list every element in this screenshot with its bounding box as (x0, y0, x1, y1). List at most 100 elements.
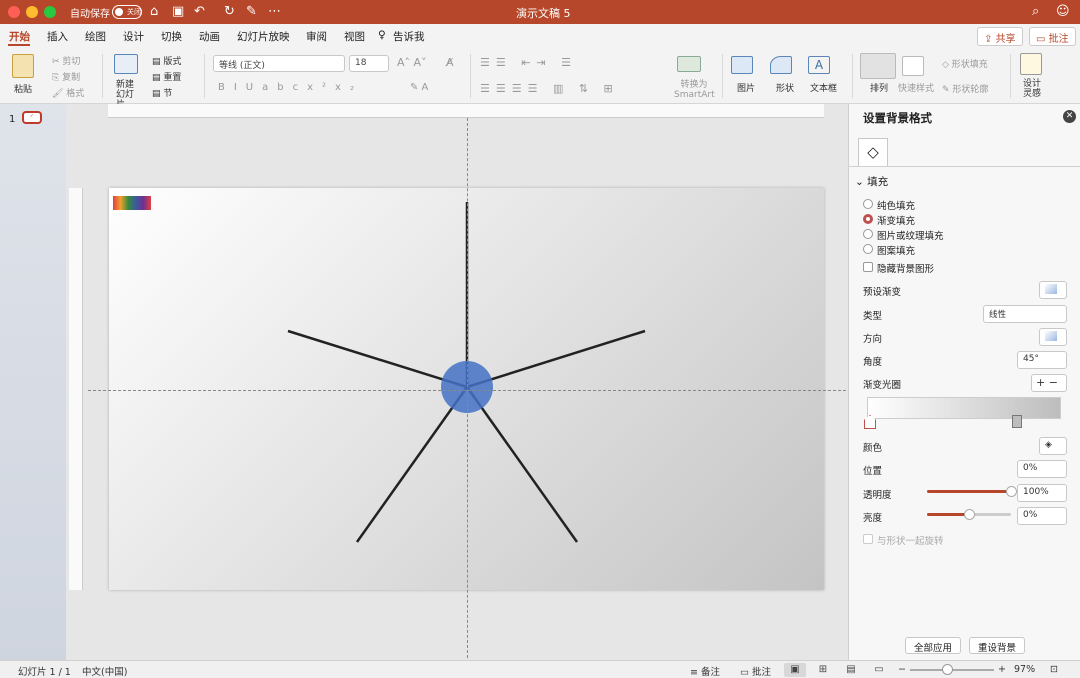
new-slide-icon[interactable] (114, 54, 138, 74)
language-status[interactable]: 中文(中国) (82, 664, 127, 678)
zoom-slider-knob[interactable] (942, 664, 953, 675)
layout-button[interactable]: ▤ 版式 (152, 54, 181, 67)
quick-styles-icon[interactable] (902, 56, 924, 76)
save-icon[interactable]: ▣ (172, 4, 184, 20)
position-input[interactable]: 0% (1017, 460, 1067, 478)
normal-view-icon[interactable]: ▣ (784, 663, 806, 677)
textbox-button[interactable]: 文本框 (810, 81, 837, 94)
paste-button[interactable]: 粘贴 (14, 82, 32, 95)
account-icon[interactable]: ☺ (1056, 4, 1070, 20)
reset-background-button[interactable]: 重设背景 (969, 637, 1026, 654)
zoom-window-icon[interactable] (44, 6, 56, 18)
clear-format-icon[interactable]: A̸ (446, 56, 454, 69)
brightness-input[interactable]: 0% (1017, 507, 1067, 525)
slide-thumbnail[interactable]: ◜ (22, 111, 42, 124)
slideshow-icon[interactable]: ▭ (868, 663, 890, 677)
customize-icon[interactable]: ✎ (246, 4, 257, 20)
horizontal-guide[interactable] (88, 390, 846, 391)
fill-section-header[interactable]: ⌄ 填充 (855, 174, 888, 189)
zoom-level[interactable]: 97% (1014, 664, 1035, 675)
tab-slideshow[interactable]: 幻灯片放映 (237, 29, 290, 44)
arrange-button[interactable]: 排列 (870, 81, 888, 94)
picture-button[interactable]: 图片 (737, 81, 755, 94)
shape-icon[interactable] (770, 56, 792, 74)
rotate-with-shape-checkbox[interactable] (863, 534, 873, 544)
paste-icon[interactable] (12, 54, 34, 78)
close-icon[interactable]: ✕ (1063, 110, 1076, 123)
design-ideas-icon[interactable] (1020, 53, 1042, 75)
preset-gradient-dropdown[interactable] (1039, 281, 1067, 299)
preset-gradient-label: 预设渐变 (863, 287, 902, 298)
textbox-icon[interactable]: A (808, 56, 830, 74)
close-window-icon[interactable] (8, 6, 20, 18)
color-label: 颜色 (863, 443, 883, 454)
format-painter-button[interactable]: 🖌 格式 (52, 86, 84, 99)
hide-bg-checkbox[interactable] (863, 262, 873, 272)
design-ideas-button[interactable]: 设计灵感 (1023, 79, 1041, 99)
autosave-toggle[interactable]: 关闭 (112, 5, 142, 19)
type-dropdown[interactable]: 线性 (983, 305, 1067, 323)
align-icons[interactable]: ☰☰☰☰ ▥ ⇅ ⊞ (480, 82, 619, 95)
list-icons[interactable]: ☰☰ ⇤⇥ ☰ (480, 56, 577, 69)
tab-draw[interactable]: 绘图 (85, 29, 106, 44)
slide-sorter-icon[interactable]: ⊞ (812, 663, 834, 677)
transparency-input[interactable]: 100% (1017, 484, 1067, 502)
share-button[interactable]: ⇪ 共享 (977, 27, 1023, 46)
radio-pattern-fill[interactable] (863, 244, 873, 254)
font-size-adjust-icons[interactable]: A˄ A˅ (397, 56, 427, 69)
comments-button[interactable]: ▭ 批注 (1029, 27, 1076, 46)
tab-home[interactable]: 开始 (9, 29, 30, 44)
comments-status-button[interactable]: ▭ 批注 (740, 664, 771, 678)
more-icon[interactable]: ⋯ (268, 4, 281, 20)
font-style-icons[interactable]: BIU​abcx²x₂ (218, 82, 363, 93)
tab-design[interactable]: 设计 (123, 29, 144, 44)
smartart-icon[interactable] (677, 56, 701, 72)
home-icon[interactable]: ⌂ (150, 4, 158, 20)
gradient-stop-2[interactable] (1012, 415, 1022, 428)
tab-insert[interactable]: 插入 (47, 29, 68, 44)
direction-dropdown[interactable] (1039, 328, 1067, 346)
font-name-select[interactable]: 等线 (正文) (213, 55, 345, 72)
tab-transitions[interactable]: 切换 (161, 29, 182, 44)
reset-button[interactable]: ▤ 重置 (152, 70, 181, 83)
zoom-in-icon[interactable]: + (998, 664, 1006, 675)
tab-animations[interactable]: 动画 (199, 29, 220, 44)
section-button[interactable]: ▤ 节 (152, 86, 172, 99)
vertical-guide[interactable] (467, 118, 468, 658)
undo-icon[interactable]: ↶ (194, 4, 205, 20)
fill-tab-icon[interactable]: ◇ (858, 138, 888, 166)
brightness-slider-knob[interactable] (964, 509, 975, 520)
tell-me[interactable]: 告诉我 (393, 29, 425, 44)
radio-solid-fill[interactable] (863, 199, 873, 209)
angle-input[interactable]: 45° (1017, 351, 1067, 369)
shape-button[interactable]: 形状 (776, 81, 794, 94)
copy-button[interactable]: ⎘ 复制 (52, 70, 80, 83)
reading-view-icon[interactable]: ▤ (840, 663, 862, 677)
shape-outline-button[interactable]: ✎ 形状轮廓 (942, 82, 988, 95)
add-remove-stop-buttons[interactable]: + − (1031, 374, 1067, 392)
radio-picture-fill[interactable] (863, 229, 873, 239)
text-color-icons[interactable]: ✎ A (410, 82, 428, 93)
tab-review[interactable]: 审阅 (306, 29, 327, 44)
search-icon[interactable]: ⌕ (1032, 4, 1039, 20)
notes-button[interactable]: ≡ 备注 (690, 664, 720, 678)
minimize-window-icon[interactable] (26, 6, 38, 18)
gradient-stops-bar[interactable] (867, 397, 1061, 419)
quick-styles-button[interactable]: 快速样式 (898, 81, 934, 94)
brightness-slider[interactable] (927, 509, 1011, 520)
radio-gradient-fill[interactable] (863, 214, 873, 224)
transparency-slider-knob[interactable] (1006, 486, 1017, 497)
arrange-icon[interactable] (860, 53, 896, 79)
zoom-out-icon[interactable]: − (898, 664, 906, 675)
color-picker-button[interactable]: ◈ (1039, 437, 1067, 455)
apply-all-button[interactable]: 全部应用 (905, 637, 962, 654)
picture-icon[interactable] (731, 56, 753, 74)
font-size-select[interactable]: 18 (349, 55, 389, 72)
shape-fill-button[interactable]: ◇ 形状填充 (942, 57, 988, 70)
cut-button[interactable]: ✂ 剪切 (52, 54, 80, 67)
tab-view[interactable]: 视图 (344, 29, 365, 44)
redo-icon[interactable]: ↻ (224, 4, 235, 20)
fit-slide-icon[interactable]: ⊡ (1050, 664, 1058, 675)
convert-smartart-button[interactable]: 转换为SmartArt (674, 80, 715, 100)
transparency-slider[interactable] (927, 486, 1017, 497)
